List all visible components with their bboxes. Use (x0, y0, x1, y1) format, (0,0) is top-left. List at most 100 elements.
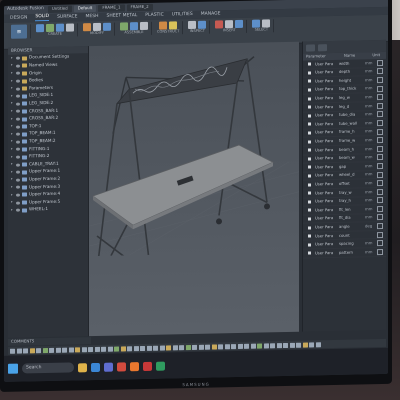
visibility-eye-icon[interactable] (16, 94, 20, 98)
document-tab[interactable]: FRAME_2 (126, 3, 153, 12)
timeline-feature-icon[interactable] (172, 344, 178, 350)
visibility-eye-icon[interactable] (16, 117, 20, 121)
visibility-eye-icon[interactable] (16, 102, 20, 106)
visibility-eye-icon[interactable] (16, 72, 20, 76)
expand-arrow-icon[interactable]: ▸ (11, 63, 14, 68)
visibility-eye-icon[interactable] (16, 132, 20, 136)
favorite-checkbox[interactable] (377, 162, 385, 170)
browser-icon[interactable] (91, 362, 100, 372)
tool-icon[interactable] (140, 21, 148, 31)
parameter-row[interactable]: User Para pattern mm (303, 247, 386, 259)
timeline-feature-icon[interactable] (29, 347, 35, 353)
ribbon-group-label[interactable]: SELECT (255, 27, 269, 32)
timeline-feature-icon[interactable] (231, 343, 236, 349)
browser-item[interactable]: ▸ WHEEL:1 (8, 205, 88, 214)
parameter-name[interactable]: top_thick (339, 87, 365, 92)
timeline-feature-icon[interactable] (296, 342, 301, 348)
favorite-checkbox[interactable] (377, 94, 385, 101)
favorite-checkbox[interactable] (377, 248, 385, 255)
favorite-checkbox[interactable] (377, 240, 385, 247)
timeline-feature-icon[interactable] (315, 341, 321, 347)
parameter-name[interactable]: width (339, 61, 365, 66)
tool-icon[interactable] (120, 22, 128, 31)
visibility-eye-icon[interactable] (16, 155, 20, 159)
canvas-viewport[interactable] (89, 41, 299, 337)
expand-arrow-icon[interactable]: ▸ (11, 207, 14, 212)
timeline-feature-icon[interactable] (205, 344, 210, 350)
timeline-feature-icon[interactable] (120, 345, 126, 351)
expand-arrow-icon[interactable]: ▸ (11, 192, 14, 197)
parameter-name[interactable]: wheel_d (339, 173, 365, 178)
tool-icon[interactable] (198, 20, 207, 29)
favorite-checkbox[interactable] (377, 231, 385, 238)
parameter-name[interactable]: fit_dia (339, 216, 365, 221)
favorite-checkbox[interactable] (377, 76, 385, 84)
timeline-feature-icon[interactable] (10, 348, 15, 354)
timeline-feature-icon[interactable] (250, 343, 256, 349)
favorite-checkbox[interactable] (377, 102, 385, 109)
favorite-checkbox[interactable] (377, 85, 385, 92)
timeline-feature-icon[interactable] (244, 343, 249, 349)
tool-icon[interactable] (262, 19, 271, 28)
timeline-feature-icon[interactable] (302, 342, 308, 348)
favorite-checkbox[interactable] (377, 171, 385, 178)
expand-arrow-icon[interactable]: ▸ (11, 139, 14, 144)
timeline-feature-icon[interactable] (198, 344, 204, 350)
timeline-feature-icon[interactable] (153, 345, 158, 351)
favorite-checkbox[interactable] (377, 188, 385, 195)
timeline-feature-icon[interactable] (49, 347, 54, 353)
expand-arrow-icon[interactable]: ▸ (11, 200, 14, 205)
document-tab[interactable]: FRAME_1 (98, 4, 125, 12)
expand-arrow-icon[interactable]: ▸ (11, 78, 14, 83)
teams-icon[interactable] (104, 362, 113, 372)
parameter-name[interactable]: frame_h (339, 130, 365, 135)
visibility-eye-icon[interactable] (16, 185, 20, 190)
ribbon-group-label[interactable]: MODIFY (90, 31, 104, 36)
workspace-tab[interactable]: MESH (86, 13, 99, 19)
timeline-feature-icon[interactable] (283, 342, 288, 348)
expand-arrow-icon[interactable]: ▸ (11, 162, 14, 167)
parameter-name[interactable]: pattern (339, 250, 365, 255)
parameter-name[interactable]: frame_w (339, 138, 365, 143)
timeline-feature-icon[interactable] (68, 346, 74, 353)
ribbon-group-label[interactable]: ASSEMBLE (124, 30, 143, 35)
filter-button[interactable] (318, 43, 327, 51)
parameter-name[interactable]: beam_w (339, 156, 365, 161)
timeline-feature-icon[interactable] (192, 344, 197, 350)
taskbar-search[interactable]: Search (22, 362, 74, 374)
tool-icon[interactable] (215, 20, 224, 29)
expand-arrow-icon[interactable]: ▸ (11, 71, 14, 76)
expand-arrow-icon[interactable]: ▸ (11, 185, 14, 190)
timeline-feature-icon[interactable] (224, 343, 230, 349)
timeline-feature-icon[interactable] (133, 345, 139, 351)
timeline-feature-icon[interactable] (42, 347, 48, 353)
parameter-name[interactable]: height (339, 78, 365, 83)
design-workspace-button[interactable]: ▤ (11, 24, 27, 39)
favorite-checkbox[interactable] (377, 223, 385, 230)
timeline-feature-icon[interactable] (16, 348, 22, 354)
parameter-name[interactable]: fit_len (339, 207, 365, 212)
timeline-feature-icon[interactable] (88, 346, 93, 352)
tool-icon[interactable] (103, 22, 111, 31)
workspace-tab[interactable]: UTILITIES (172, 11, 193, 17)
column-header[interactable]: Unit (369, 52, 386, 58)
parameter-name[interactable]: tube_dia (339, 113, 365, 118)
timeline-feature-icon[interactable] (94, 346, 100, 352)
timeline-feature-icon[interactable] (276, 342, 282, 348)
tool-icon[interactable] (56, 23, 64, 32)
timeline-feature-icon[interactable] (166, 344, 171, 351)
expand-arrow-icon[interactable]: ▸ (11, 169, 14, 174)
timeline-feature-icon[interactable] (36, 347, 41, 353)
visibility-eye-icon[interactable] (16, 201, 20, 205)
favorite-checkbox[interactable] (377, 214, 385, 221)
favorite-checkbox[interactable] (377, 154, 385, 161)
timeline-feature-icon[interactable] (81, 346, 87, 352)
workspace-tab[interactable]: DESIGN (10, 15, 27, 21)
timeline-feature-icon[interactable] (127, 345, 132, 351)
favorite-checkbox[interactable] (377, 111, 385, 118)
visibility-eye-icon[interactable] (16, 79, 20, 83)
document-tab[interactable]: Untitled (47, 5, 72, 13)
tool-icon[interactable] (36, 24, 44, 33)
timeline-feature-icon[interactable] (146, 345, 152, 351)
document-tab[interactable]: Default (73, 4, 97, 13)
